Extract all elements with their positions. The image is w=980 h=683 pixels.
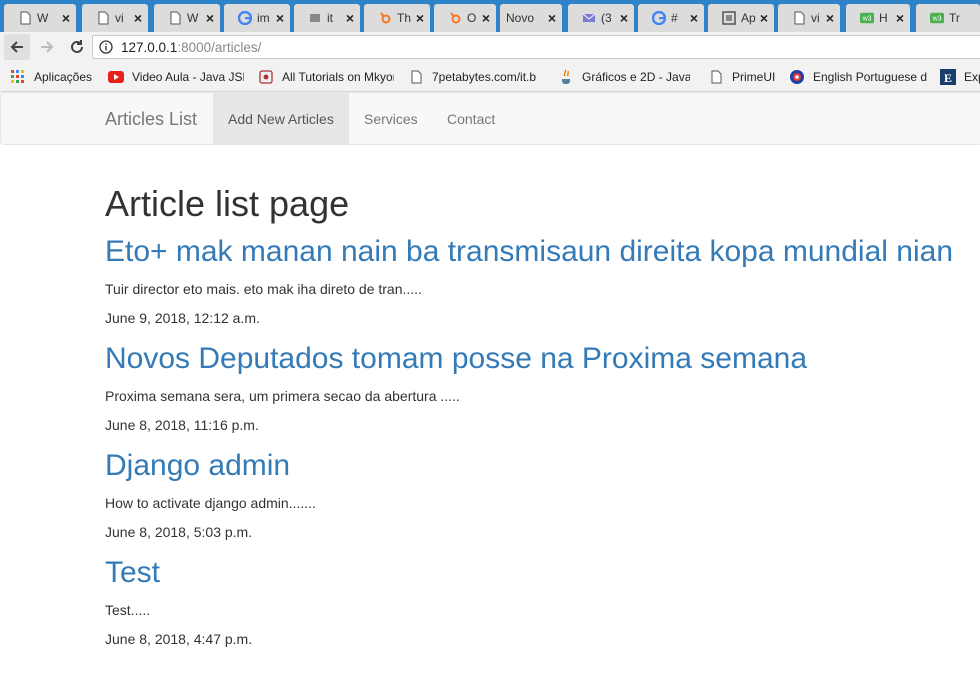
list-item: Test Test..... June 8, 2018, 4:47 p.m. — [105, 555, 975, 649]
dictionary-icon — [789, 69, 805, 85]
mail-icon — [582, 11, 596, 25]
bookmark-item[interactable]: All Tutorials on Mkyong — [258, 65, 394, 89]
list-item: Django admin How to activate django admi… — [105, 448, 975, 542]
hubspot-icon — [448, 11, 462, 25]
article-summary: Proxima semana sera, um primera secao da… — [105, 388, 460, 404]
w3-icon: w3 — [860, 11, 874, 25]
forward-arrow-icon[interactable] — [34, 34, 60, 60]
close-tab-icon[interactable]: × — [896, 10, 904, 26]
java-icon — [558, 69, 574, 85]
list-item: Novos Deputados tomam posse na Proxima s… — [105, 341, 975, 435]
article-summary: Test..... — [105, 602, 151, 618]
youtube-icon — [108, 69, 124, 85]
close-tab-icon[interactable]: × — [548, 10, 556, 26]
browser-tab[interactable]: # × — [638, 4, 704, 32]
browser-tab[interactable]: im × — [224, 4, 290, 32]
nav-services[interactable]: Services — [349, 93, 433, 144]
browser-tab[interactable]: (3 × — [568, 4, 634, 32]
page-icon — [96, 11, 110, 25]
page-title: Article list page — [105, 183, 350, 224]
back-arrow-icon[interactable] — [4, 34, 30, 60]
url-input[interactable]: 127.0.0.1:8000/articles/ — [92, 35, 980, 59]
browser-tab[interactable]: w3 Tr — [916, 4, 980, 32]
article-list: Article list page Eto+ mak manan nain ba… — [105, 184, 975, 662]
article-title-link[interactable]: Novos Deputados tomam posse na Proxima s… — [105, 341, 975, 377]
close-tab-icon[interactable]: × — [482, 10, 490, 26]
nav-contact[interactable]: Contact — [432, 93, 510, 144]
svg-text:E: E — [944, 71, 952, 85]
page-icon — [18, 11, 32, 25]
list-item: Eto+ mak manan nain ba transmisaun direi… — [105, 234, 975, 328]
article-date: June 8, 2018, 5:03 p.m. — [105, 524, 253, 540]
tab-strip: W × vi × W × im × it × Th × O × Novo × (… — [0, 0, 980, 32]
bookmark-item[interactable]: E Exp — [940, 65, 980, 89]
browser-tab[interactable]: O × — [434, 4, 496, 32]
reload-icon[interactable] — [64, 34, 90, 60]
browser-tab[interactable]: W × — [4, 4, 76, 32]
svg-text:w3: w3 — [862, 16, 872, 23]
bookmark-item[interactable]: 7petabytes.com/it.b — [408, 65, 544, 89]
bookmarks-bar: Aplicações Video Aula - Java JSF All Tut… — [0, 62, 980, 92]
info-icon[interactable] — [99, 40, 113, 54]
close-tab-icon[interactable]: × — [62, 10, 70, 26]
article-summary: Tuir director eto mais. eto mak iha dire… — [105, 281, 422, 297]
close-tab-icon[interactable]: × — [416, 10, 424, 26]
article-date: June 9, 2018, 12:12 a.m. — [105, 310, 260, 326]
bookmark-item[interactable]: PrimeUI — [708, 65, 775, 89]
browser-tab[interactable]: it × — [294, 4, 360, 32]
browser-tab[interactable]: w3 H × — [846, 4, 910, 32]
close-tab-icon[interactable]: × — [206, 10, 214, 26]
article-title-link[interactable]: Test — [105, 555, 975, 591]
browser-tab[interactable]: vi × — [82, 4, 148, 32]
page-icon — [708, 69, 724, 85]
close-tab-icon[interactable]: × — [346, 10, 354, 26]
close-tab-icon[interactable]: × — [134, 10, 142, 26]
apps-grid-icon — [10, 69, 26, 85]
address-toolbar: 127.0.0.1:8000/articles/ — [0, 32, 980, 62]
close-tab-icon[interactable]: × — [826, 10, 834, 26]
close-tab-icon[interactable]: × — [760, 10, 768, 26]
article-date: June 8, 2018, 4:47 p.m. — [105, 631, 253, 647]
page-viewport: Articles List Add New Articles Services … — [0, 92, 980, 683]
article-summary: How to activate django admin....... — [105, 495, 316, 511]
page-icon — [792, 11, 806, 25]
url-host: 127.0.0.1 — [121, 39, 178, 55]
article-title-link[interactable]: Eto+ mak manan nain ba transmisaun direi… — [105, 234, 975, 270]
article-title-link[interactable]: Django admin — [105, 448, 975, 484]
hubspot-icon — [378, 11, 392, 25]
bookmark-item[interactable]: Aplicações — [10, 65, 92, 89]
nav-add-new-articles[interactable]: Add New Articles — [213, 93, 349, 144]
browser-tab[interactable]: Ap × — [708, 4, 774, 32]
app-icon — [722, 11, 736, 25]
mkyong-icon — [258, 69, 274, 85]
page-icon — [168, 11, 182, 25]
bookmark-item[interactable]: Video Aula - Java JSF — [108, 65, 244, 89]
close-tab-icon[interactable]: × — [276, 10, 284, 26]
browser-tab[interactable]: Th × — [364, 4, 430, 32]
google-icon — [238, 11, 252, 25]
svg-text:w3: w3 — [932, 16, 942, 23]
site-navbar: Articles List Add New Articles Services … — [0, 92, 980, 145]
navbar-brand[interactable]: Articles List — [105, 109, 197, 130]
url-path: :8000/articles/ — [177, 39, 262, 55]
e-icon: E — [940, 68, 956, 85]
browser-tab[interactable]: vi × — [778, 4, 840, 32]
stackoverflow-icon — [308, 11, 322, 25]
browser-tab[interactable]: Novo × — [500, 4, 562, 32]
article-date: June 8, 2018, 11:16 p.m. — [105, 417, 259, 433]
page-icon — [408, 69, 424, 85]
close-tab-icon[interactable]: × — [620, 10, 628, 26]
browser-tab[interactable]: W × — [154, 4, 220, 32]
bookmark-item[interactable]: Gráficos e 2D - Java — [558, 65, 690, 89]
google-icon — [652, 11, 666, 25]
w3-icon: w3 — [930, 11, 944, 25]
bookmark-item[interactable]: English Portuguese d — [789, 65, 927, 89]
close-tab-icon[interactable]: × — [690, 10, 698, 26]
